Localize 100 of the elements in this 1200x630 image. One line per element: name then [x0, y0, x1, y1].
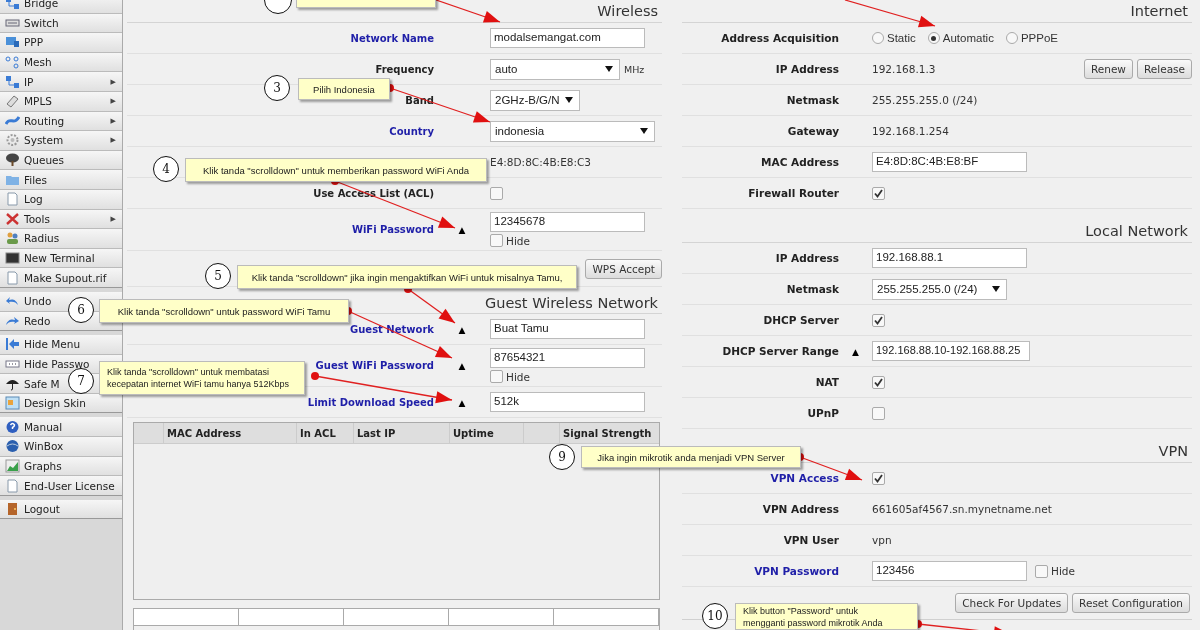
- menu-item[interactable]: Graphs: [0, 456, 122, 476]
- dropdown[interactable]: indonesia: [490, 120, 655, 142]
- arrow-icon: [5, 337, 20, 352]
- network-icon: [5, 0, 20, 11]
- field-label: Firewall Router: [748, 187, 839, 199]
- menu-item[interactable]: Switch: [0, 13, 122, 33]
- hide-checkbox[interactable]: [490, 370, 503, 383]
- menu-item[interactable]: Radius: [0, 229, 122, 248]
- people-icon: [5, 231, 20, 246]
- radio-label: PPPoE: [1020, 32, 1058, 44]
- text-field[interactable]: modalsemangat.com: [490, 28, 645, 48]
- checkbox[interactable]: [872, 313, 885, 327]
- column-header: Signal Strength: [562, 426, 653, 441]
- caret-icon: [605, 66, 613, 72]
- text-field[interactable]: 12345678: [490, 212, 645, 232]
- field-label: Gateway: [787, 125, 839, 137]
- expand-toggle[interactable]: ▲: [458, 324, 466, 335]
- menu-item[interactable]: Mesh: [0, 52, 122, 72]
- action-button[interactable]: Renew: [1083, 59, 1133, 79]
- menu-item[interactable]: Manual: [0, 417, 122, 437]
- radio-label: Static: [887, 32, 916, 44]
- section-title: VPN: [1158, 443, 1188, 459]
- dropdown[interactable]: 255.255.255.0 (/24): [872, 278, 1007, 300]
- field-label: Country: [389, 125, 434, 137]
- monitor-icon: [5, 35, 20, 50]
- field-value: 192.168.1.3: [872, 63, 936, 75]
- checkbox[interactable]: [872, 406, 885, 420]
- field-label: DHCP Server Range: [722, 345, 839, 357]
- callout-tooltip: Klik tanda "scrolldown" untuk password WiFi Tamu: [99, 299, 349, 323]
- action-button[interactable]: Check For Updates: [955, 593, 1069, 613]
- field-label: DHCP Server: [763, 314, 839, 326]
- text-field[interactable]: E4:8D:8C:4B:E8:BF: [872, 152, 1027, 172]
- menu-item[interactable]: New Terminal: [0, 248, 122, 268]
- menu-item[interactable]: Bridge: [0, 0, 122, 13]
- text-field[interactable]: 512k: [490, 392, 645, 412]
- text-field[interactable]: 192.168.88.1: [872, 248, 1027, 268]
- text-field[interactable]: 87654321: [490, 348, 645, 368]
- radio-label: Automatic: [942, 32, 994, 44]
- checkbox[interactable]: [872, 375, 885, 389]
- radio-button[interactable]: [927, 32, 940, 44]
- radio-button[interactable]: [1005, 32, 1018, 44]
- expand-toggle[interactable]: ▲: [458, 397, 466, 408]
- dropdown[interactable]: auto: [490, 58, 620, 80]
- hide-checkbox[interactable]: [490, 234, 503, 247]
- callout-tooltip: Klik tanda "scrolldown" untuk membatasi kecepatan internet WiFi tamu hanya 512Kbps: [99, 361, 305, 395]
- menu-item[interactable]: End-User License: [0, 476, 122, 495]
- menu-item[interactable]: Files: [0, 170, 122, 189]
- field-label: Netmask: [786, 283, 839, 295]
- step-number-tooltip: 4: [153, 156, 179, 182]
- field-label: Address Acquisition: [721, 32, 839, 44]
- hide-checkbox[interactable]: [1035, 564, 1048, 578]
- field-value: 192.168.1.254: [872, 125, 949, 137]
- callout-tooltip: Klik tanda "scrolldown" jika ingin mengaktifkan WiFi untuk misalnya Tamu,: [237, 265, 577, 289]
- window-icon: [5, 396, 20, 411]
- text-field[interactable]: 192.168.88.10-192.168.88.25: [872, 341, 1030, 361]
- text-field[interactable]: 123456: [872, 561, 1027, 581]
- text-field[interactable]: Buat Tamu: [490, 319, 645, 339]
- section-title: Wireless: [597, 3, 658, 19]
- field-label: WiFi Password: [351, 224, 434, 235]
- wps-button[interactable]: WPS Accept: [585, 258, 662, 279]
- checkbox[interactable]: [872, 186, 885, 200]
- field-value: 255.255.255.0 (/24): [872, 94, 978, 106]
- tools-icon: [5, 211, 20, 226]
- menu-item[interactable]: Queues: [0, 150, 122, 170]
- dropdown[interactable]: 2GHz-B/G/N: [490, 89, 580, 111]
- field-label: VPN Access: [770, 472, 839, 484]
- field-value: vpn: [872, 534, 892, 546]
- menu-item[interactable]: PPP: [0, 33, 122, 52]
- checkbox-label: Hide: [506, 370, 530, 383]
- callout-tooltip: Pilih Indonesia: [298, 78, 390, 100]
- checkbox[interactable]: [490, 186, 503, 200]
- field-label: VPN Address: [762, 503, 839, 515]
- expand-toggle[interactable]: ▲: [458, 361, 466, 371]
- menu-item[interactable]: Logout: [0, 499, 122, 519]
- expand-toggle[interactable]: ▲: [852, 346, 859, 357]
- callout-tooltip: Jika ingin mikrotik anda menjadi VPN Server: [581, 446, 801, 468]
- field-label: Guest WiFi Password: [315, 360, 434, 371]
- field-label: Frequency: [375, 63, 434, 75]
- column-header: In ACL: [297, 423, 354, 443]
- help-icon: [5, 419, 20, 434]
- menu-item[interactable]: WinBox: [0, 437, 122, 456]
- menu-item[interactable]: Hide Menu: [0, 335, 122, 354]
- action-button[interactable]: Release: [1136, 59, 1192, 79]
- radio-button[interactable]: [872, 32, 884, 44]
- checkbox[interactable]: [872, 471, 885, 485]
- menu-item[interactable]: Design Skin: [0, 393, 122, 413]
- menu-item[interactable]: Log: [0, 189, 122, 209]
- terminal-icon: [5, 251, 20, 265]
- checkbox-label: Hide: [1051, 565, 1075, 577]
- action-button[interactable]: Reset Configuration: [1072, 593, 1190, 613]
- field-label: Netmask: [786, 94, 839, 106]
- column-header: Uptime: [450, 423, 524, 443]
- network-icon: [5, 74, 20, 89]
- expand-toggle[interactable]: ▲: [458, 225, 466, 235]
- step-number-tooltip: 5: [205, 263, 231, 289]
- field-label: NAT: [815, 376, 839, 388]
- menu-item[interactable]: Make Supout.rif: [0, 268, 122, 287]
- nodes-icon: [5, 55, 20, 70]
- section-title: Local Network: [1085, 223, 1188, 239]
- callout-tooltip: Klik tanda "scrolldown" untuk memberikan password WiFi Anda: [185, 158, 487, 182]
